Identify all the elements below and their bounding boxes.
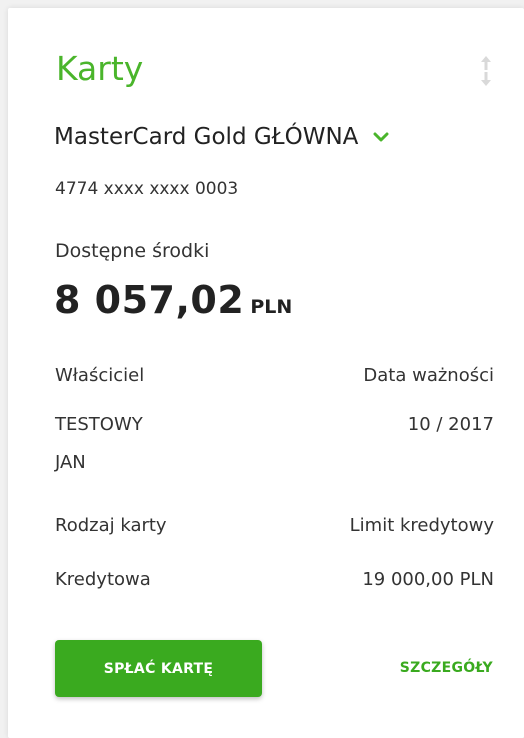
credit-limit-value: 19 000,00 PLN (362, 569, 494, 590)
sort-arrows-icon[interactable] (478, 54, 494, 88)
expiry-label: Data ważności (363, 365, 494, 386)
card-type-label: Rodzaj karty (55, 515, 167, 536)
card-selector[interactable]: MasterCard Gold GŁÓWNA (54, 126, 390, 149)
available-funds-amount: 8 057,02 (54, 278, 245, 322)
credit-limit-label: Limit kredytowy (349, 515, 494, 536)
details-link[interactable]: SZCZEGÓŁY (358, 660, 493, 676)
available-funds: 8 057,02 PLN (54, 278, 292, 322)
expiry-value: 10 / 2017 (407, 414, 494, 435)
widget-title: Karty (56, 49, 144, 88)
available-funds-label: Dostępne środki (55, 240, 210, 262)
owner-value-line1: TESTOWY (55, 414, 143, 435)
pay-card-button[interactable]: SPŁAĆ KARTĘ (55, 640, 262, 697)
card-type-value: Kredytowa (55, 569, 151, 590)
owner-label: Właściciel (55, 365, 145, 386)
card-name: MasterCard Gold GŁÓWNA (54, 124, 359, 150)
card-number: 4774 xxxx xxxx 0003 (55, 179, 239, 199)
available-funds-currency: PLN (250, 296, 293, 318)
owner-value-line2: JAN (55, 452, 86, 473)
cards-widget: Karty MasterCard Gold GŁÓWNA 4774 xxxx x… (8, 8, 524, 738)
chevron-down-icon[interactable] (372, 131, 390, 145)
